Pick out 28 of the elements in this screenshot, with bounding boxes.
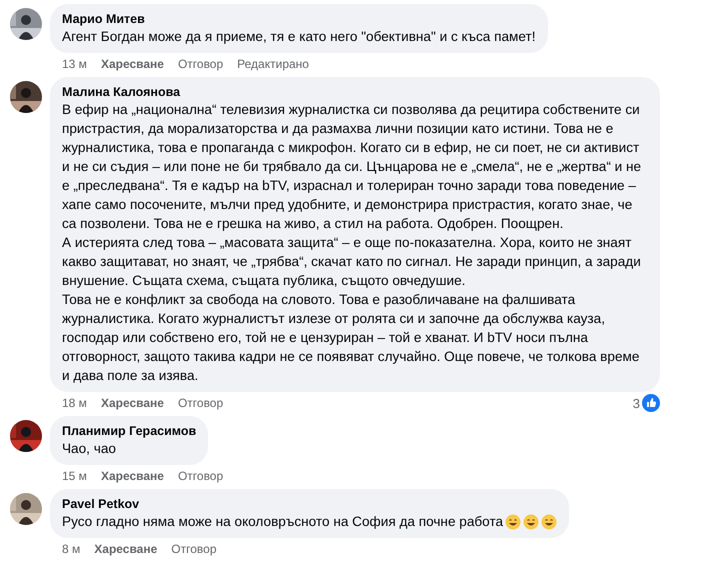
author-name[interactable]: Малина Калоянова — [62, 84, 648, 100]
like-link[interactable]: Харесване — [100, 469, 164, 483]
author-name[interactable]: Планимир Герасимов — [62, 423, 196, 439]
reply-link[interactable]: Отговор — [171, 542, 216, 556]
author-name[interactable]: Марио Митев — [62, 11, 536, 27]
reaction-count[interactable]: 3 — [632, 396, 640, 410]
comment-text: А истерията след това – „масовата защита“ – е още по-показателна. Хора, които не знаят какво защитават, но знаят, че „трябва“, скачат като по сигнал. Не заради принцип, а заради внушение. Същата схема, същата публика, същото овчедушие. — [62, 234, 642, 290]
author-name[interactable]: Pavel Petkov — [62, 496, 558, 512]
comment-time: 8 м — [62, 542, 80, 556]
comment-time: 13 м — [62, 57, 87, 71]
comment-text: Чао, чао — [62, 440, 117, 458]
grinning-face-icon — [541, 514, 558, 530]
reply-link[interactable]: Отговор — [178, 396, 224, 410]
reply-link[interactable]: Отговор — [178, 469, 224, 483]
grinning-face-icon — [505, 514, 522, 530]
comment-time: 15 м — [62, 469, 87, 483]
like-link[interactable]: Харесване — [94, 542, 158, 556]
comment-text: Агент Богдан може да я приеме, тя е като него "обективна" и с къса памет! — [62, 28, 536, 46]
thumbs-up-icon[interactable] — [642, 394, 660, 412]
like-link[interactable]: Харесване — [100, 396, 164, 410]
edited-label: Редактирано — [237, 57, 309, 71]
reply-link[interactable]: Отговор — [178, 57, 224, 71]
comment-time: 18 м — [62, 396, 87, 410]
comment-text: Това не е конфликт за свобода на словото. Това е разобличаване на фалшивата журналистика. Когато журналистът излезе от ролята си и започне да обслужва кауза, господар или собствено его, той не е цензуриран – той е хванат. И bTV носи пълна отговорност, защото такива кадри не се появяват случайно. Още повече, че толкова време и дава поле за изява. — [62, 291, 640, 385]
grinning-face-icon — [523, 514, 540, 530]
comment-text: В ефир на „национална“ телевизия журналистка си позволява да рецитира собствените си пристрастия, да морализаторства и да размахва лични позиции като истини. Това не е журналистика, това е пропаганда с микрофон. Когато си в ефир, не си поет, не си активист и не си съдия – или поне не би трябвало да си. Цънцарова не е „смела“, не е „жертва“ и не е „преследвана“. Тя е кадър на bTV, израснал и толериран точно заради това поведение – хапе само посочените, мълчи пред удобните, и демонстрира пристрастия, когато знае, че са позволени. Това не е грешка на живо, а стил на работа. Одобрен. Поощрен. — [62, 101, 642, 233]
like-link[interactable]: Харесване — [100, 57, 164, 71]
comment-text: Русо гладно няма може на околовръсното на София да почне работа — [62, 513, 504, 531]
